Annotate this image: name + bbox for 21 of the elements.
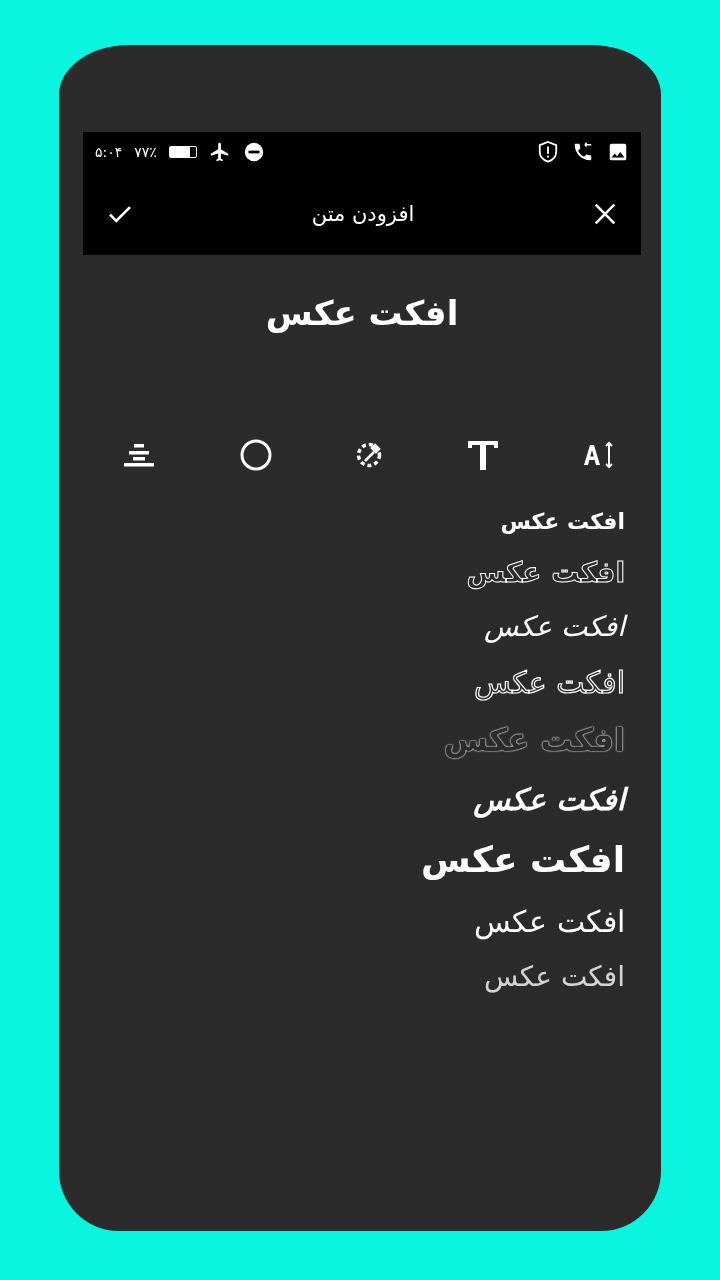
font-option[interactable]: افکت عکس xyxy=(474,663,625,703)
do-not-disturb-icon xyxy=(242,141,265,163)
color-picker-icon[interactable] xyxy=(356,442,382,468)
circle-icon[interactable] xyxy=(239,439,272,471)
battery-icon xyxy=(168,146,197,158)
font-option[interactable]: افکت عکس xyxy=(474,901,625,941)
battery-percent: ۷۷٪ xyxy=(134,144,157,160)
align-center-icon[interactable] xyxy=(123,442,155,468)
preview-text: افکت عکس xyxy=(265,292,459,333)
airplane-icon xyxy=(208,141,231,163)
shield-icon xyxy=(537,140,559,164)
image-icon xyxy=(607,141,629,163)
status-time: ۵:۰۴ xyxy=(95,144,123,160)
font-option[interactable]: افکت عکس xyxy=(421,836,625,884)
text-icon[interactable] xyxy=(466,440,499,470)
text-size-icon[interactable] xyxy=(583,440,615,470)
font-option[interactable]: افکت عکس xyxy=(484,958,625,996)
font-option[interactable]: افکت عکس xyxy=(466,554,625,591)
toolbar-title: افزودن متن xyxy=(311,201,415,226)
font-option[interactable]: افکت عکس xyxy=(443,720,625,762)
font-option[interactable]: افکت عکس xyxy=(500,508,625,537)
